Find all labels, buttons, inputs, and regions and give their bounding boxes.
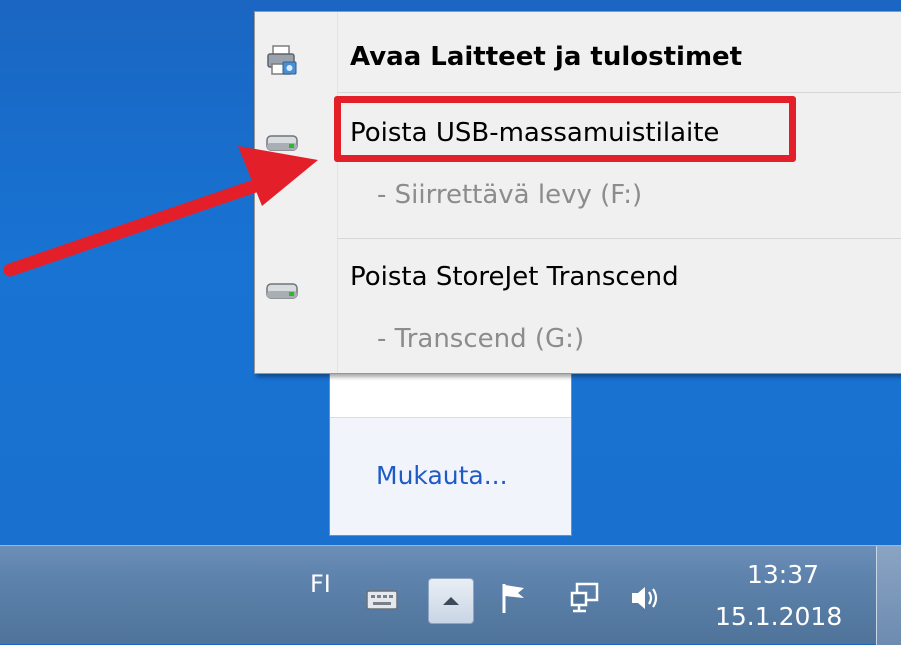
safely-remove-menu: Avaa Laitteet ja tulostimet Poista USB-m… (254, 11, 901, 374)
taskbar: FI 13:37 15.1.2018 (0, 545, 901, 645)
open-devices-label: Avaa Laitteet ja tulostimet (350, 42, 743, 72)
network-icon[interactable] (568, 580, 604, 616)
menu-separator (337, 92, 901, 93)
drive-icon (266, 135, 298, 151)
keyboard-icon[interactable] (364, 581, 400, 617)
language-indicator[interactable]: FI (310, 570, 331, 598)
action-center-flag-icon[interactable] (496, 580, 532, 616)
drive-icon (266, 283, 298, 299)
menu-subitem-usb-drive[interactable]: - Siirrettävä levy (F:) (255, 172, 901, 220)
usb-drive-label: - Siirrettävä levy (F:) (377, 180, 643, 210)
menu-separator (337, 238, 901, 239)
chevron-up-icon (443, 597, 459, 605)
flyout-footer: Mukauta... (330, 418, 571, 535)
show-desktop-button[interactable] (876, 546, 901, 645)
menu-subitem-storejet-drive[interactable]: - Transcend (G:) (255, 316, 901, 364)
menu-item-open-devices[interactable]: Avaa Laitteet ja tulostimet (255, 24, 901, 88)
customize-link[interactable]: Mukauta... (376, 461, 508, 490)
printer-icon (267, 45, 297, 75)
clock-date[interactable]: 15.1.2018 (715, 602, 842, 631)
eject-storejet-label: Poista StoreJet Transcend (350, 262, 679, 292)
volume-icon[interactable] (628, 580, 664, 616)
clock-time[interactable]: 13:37 (747, 560, 819, 589)
storejet-drive-label: - Transcend (G:) (377, 324, 585, 354)
show-hidden-icons-button[interactable] (428, 578, 474, 624)
highlight-box (334, 96, 796, 162)
tray-overflow-flyout: Mukauta... (329, 360, 572, 536)
menu-item-eject-storejet[interactable]: Poista StoreJet Transcend (255, 252, 901, 304)
